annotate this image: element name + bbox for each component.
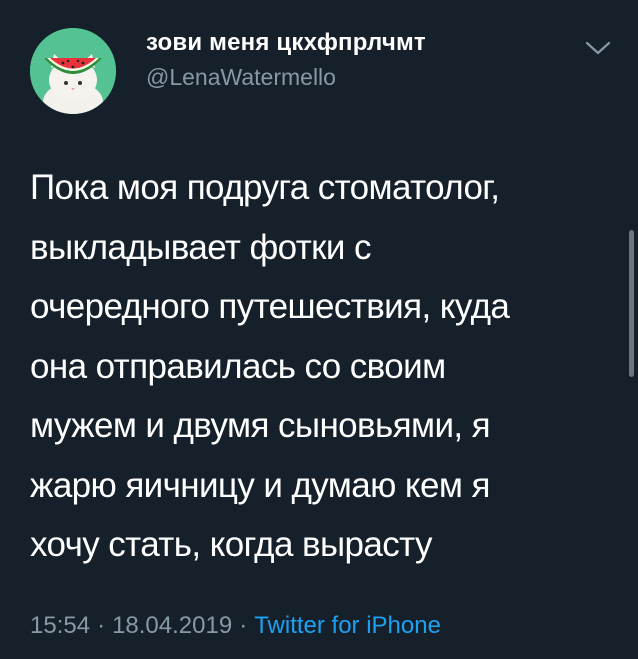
scrollbar[interactable]	[629, 230, 634, 377]
tweet-text-line: хочу стать, когда вырасту	[30, 525, 432, 564]
meta-separator: ·	[97, 612, 106, 639]
author-display-name[interactable]: зови меня цкхфпрлчмт	[146, 29, 426, 57]
tweet-menu-button[interactable]	[584, 36, 612, 60]
cat-watermelon-hat-avatar-icon	[30, 28, 116, 114]
chevron-down-icon	[585, 41, 611, 55]
tweet-source-link[interactable]: Twitter for iPhone	[254, 612, 441, 639]
tweet-text-line: мужем и двумя сыновьями, я	[30, 406, 491, 445]
tweet-text-line: очередного путешествия, куда	[30, 287, 510, 326]
author-handle[interactable]: @LenaWatermello	[146, 64, 336, 91]
tweet-metadata: 15:54 · 18.04.2019 · Twitter for iPhone	[30, 612, 441, 640]
tweet-text-line: она отправилась со своим	[30, 346, 446, 386]
tweet-text-line: Пока моя подруга стоматолог,	[30, 168, 500, 207]
tweet-time: 15:54	[30, 612, 91, 639]
avatar[interactable]	[30, 28, 116, 114]
tweet-text-line: выкладывает фотки с	[30, 227, 371, 267]
tweet-text-line: жарю яичницу и думаю кем я	[30, 465, 490, 505]
meta-separator: ·	[239, 612, 248, 639]
tweet-date: 18.04.2019	[112, 612, 233, 639]
tweet-text: Пока моя подруга стоматолог, выкладывает…	[30, 158, 610, 575]
tweet: зови меня цкхфпрлчмт @LenaWatermello Пок…	[0, 0, 638, 659]
